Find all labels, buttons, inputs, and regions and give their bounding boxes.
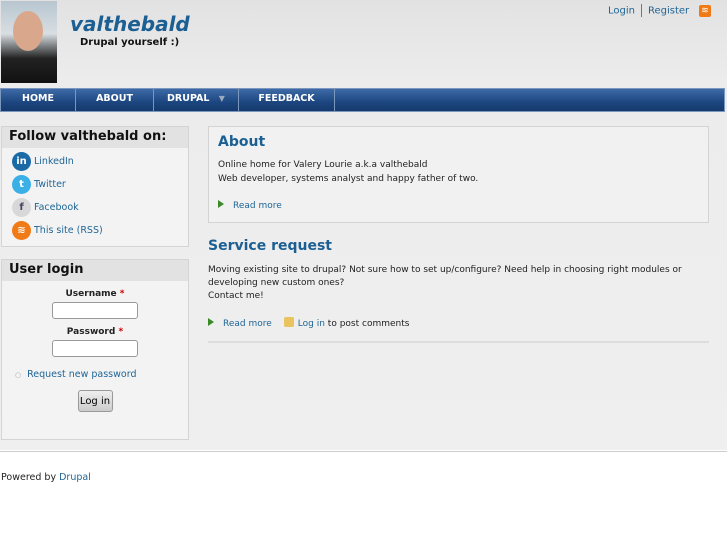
footer-divider [0, 451, 727, 452]
username-input[interactable] [52, 302, 138, 319]
arrow-icon [218, 200, 224, 208]
avatar-head [13, 11, 43, 51]
rss-feed-icon[interactable]: ≋ [699, 5, 711, 17]
chevron-down-icon: ▼ [218, 94, 225, 103]
password-input[interactable] [52, 340, 138, 357]
main-nav: HOME ABOUT DRUPAL ▼ FEEDBACK [0, 88, 725, 112]
linkedin-icon: in [12, 152, 31, 171]
request-password-link[interactable]: Request new password [27, 369, 136, 380]
login-link[interactable]: Login [608, 6, 635, 17]
site-name[interactable]: valthebald [70, 12, 190, 36]
about-title[interactable]: About [218, 134, 699, 150]
arrow-icon [208, 318, 214, 326]
service-node: Service request Moving existing site to … [208, 238, 709, 343]
social-link-label[interactable]: Twitter [34, 179, 66, 190]
footer: Powered by Drupal [1, 472, 91, 483]
service-login-link[interactable]: Log in [298, 319, 325, 329]
about-block: About Online home for Valery Lourie a.k.… [208, 126, 709, 223]
social-link-label[interactable]: LinkedIn [34, 156, 74, 167]
facebook-icon: f [12, 198, 31, 217]
login-title: User login [2, 260, 188, 281]
follow-block: Follow valthebald on: in LinkedIn t Twitter… [1, 126, 189, 247]
username-label: Username * [65, 289, 125, 299]
nav-feedback[interactable]: FEEDBACK [239, 89, 335, 111]
required-marker: * [119, 289, 125, 299]
social-link[interactable]: t Twitter [2, 173, 188, 196]
post-comments-text: to post comments [324, 319, 410, 329]
required-marker: * [118, 327, 124, 337]
nav-home[interactable]: HOME [1, 89, 76, 111]
service-text: Contact me! [208, 291, 264, 301]
powered-by: Powered by [1, 472, 60, 483]
about-line: Online home for Valery Lourie a.k.a valt… [218, 160, 428, 170]
bullet-icon: ○ [15, 371, 22, 379]
lock-icon [283, 317, 294, 327]
user-login-block: User login Username * Password * ○ Reques… [1, 259, 189, 440]
site-slogan: Drupal yourself :) [80, 37, 180, 48]
social-link[interactable]: f Facebook [2, 196, 188, 219]
social-link-label[interactable]: This site (RSS) [34, 225, 103, 236]
about-read-more[interactable]: Read more [233, 201, 282, 211]
avatar [1, 1, 57, 83]
social-link-label[interactable]: Facebook [34, 202, 79, 213]
nav-drupal-label: DRUPAL [167, 93, 210, 104]
divider [640, 4, 642, 17]
rss-icon: ≋ [12, 221, 31, 240]
service-title[interactable]: Service request [208, 238, 709, 254]
divider [208, 341, 709, 343]
social-link[interactable]: ≋ This site (RSS) [2, 219, 188, 242]
secondary-links: Login Register [608, 4, 689, 17]
login-button[interactable]: Log in [77, 390, 113, 412]
service-text: Moving existing site to drupal? Not sure… [208, 265, 682, 288]
nav-drupal[interactable]: DRUPAL ▼ [154, 89, 239, 111]
follow-title: Follow valthebald on: [2, 127, 188, 148]
social-link[interactable]: in LinkedIn [2, 150, 188, 173]
drupal-link[interactable]: Drupal [59, 472, 91, 483]
password-label: Password * [66, 327, 124, 337]
service-read-more[interactable]: Read more [223, 319, 272, 329]
register-link[interactable]: Register [648, 6, 689, 17]
nav-about[interactable]: ABOUT [76, 89, 154, 111]
twitter-icon: t [12, 175, 31, 194]
about-line: Web developer, systems analyst and happy… [218, 174, 479, 184]
